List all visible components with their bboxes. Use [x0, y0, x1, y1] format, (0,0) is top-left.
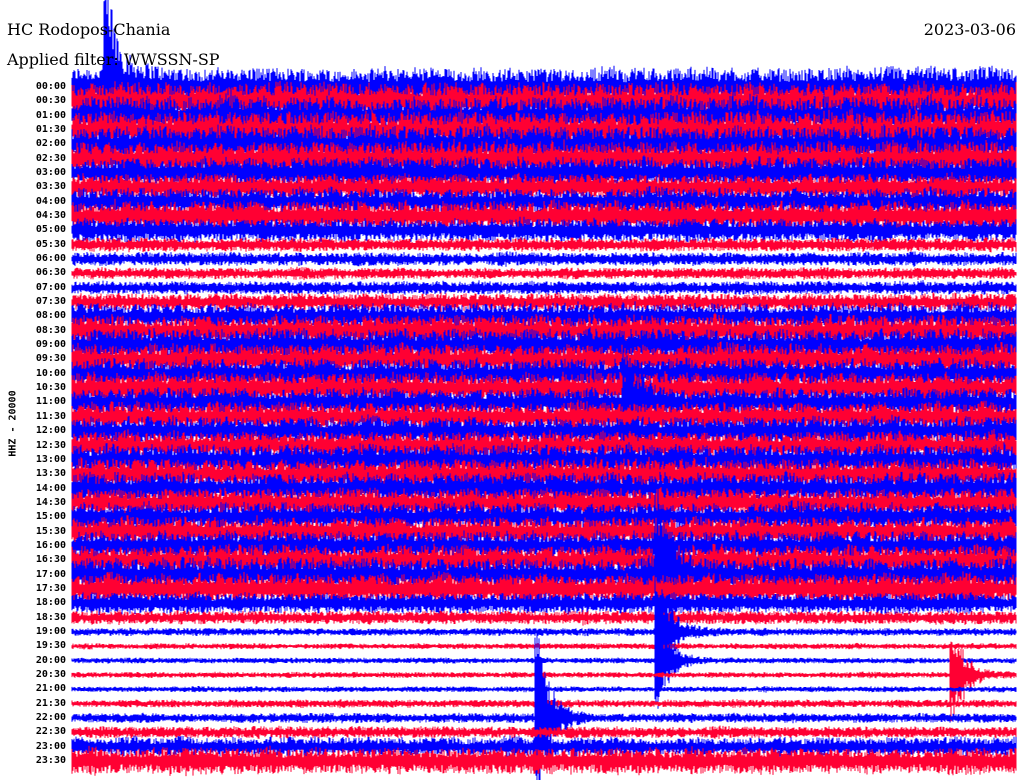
trace-row-0700 — [71, 280, 1017, 296]
helicorder-plot — [71, 0, 1017, 780]
filter-label: Applied filter: WWSSN-SP — [7, 50, 220, 69]
trace-row-1830 — [71, 609, 1017, 626]
trace-row-0630 — [71, 266, 1017, 281]
trace-row-0730 — [71, 292, 1017, 313]
trace-row-1930 — [71, 642, 1017, 650]
station-title: HC Rodopos-Chania — [7, 20, 171, 39]
trace-row-0600 — [71, 251, 1017, 267]
date-label: 2023-03-06 — [923, 20, 1016, 39]
